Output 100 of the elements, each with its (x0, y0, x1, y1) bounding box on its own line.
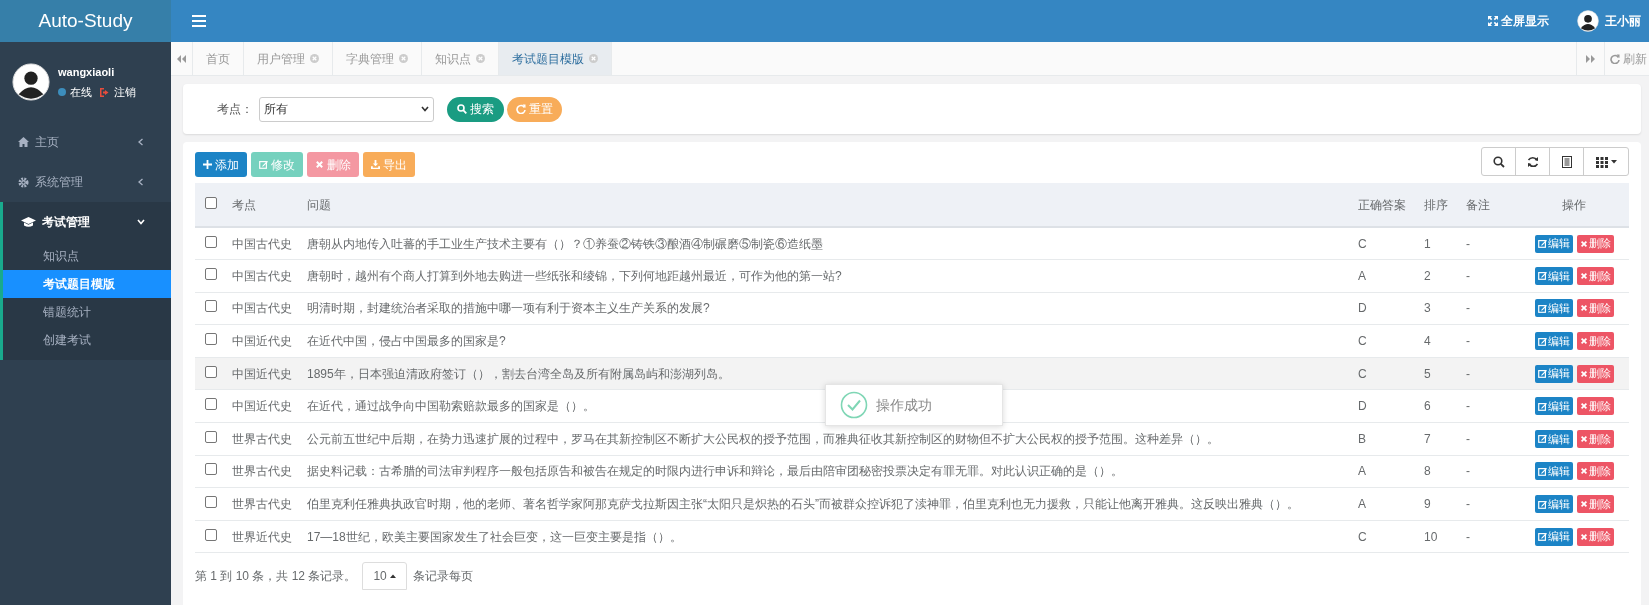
topic-select[interactable]: 所有 (259, 96, 434, 122)
table-cell: 唐朝从内地传入吐蕃的手工业生产技术主要有（）？①养蚕②铸铁③酿酒④制碾磨⑤制瓷⑥造纸墨 (307, 236, 823, 251)
checkbox[interactable] (205, 196, 217, 209)
search-button[interactable]: 搜索 (447, 96, 504, 122)
sidebar-subitem[interactable]: 创建考试 (3, 326, 171, 354)
table-cell: 中国古代史 (232, 268, 292, 283)
table-cell: 在近代，通过战争向中国勒索赔款最多的国家是（）。 (307, 399, 595, 414)
table-row[interactable]: 世界近代史 17—18世纪，欧美主要国家发生了社会巨变，这一巨变主要是指（）。 C 10 - 编辑 删除 (195, 520, 1629, 553)
column-header[interactable]: 排序 (1424, 197, 1448, 212)
delete-button[interactable]: 删除 (1576, 234, 1614, 253)
tab[interactable]: 首页 (193, 42, 244, 75)
app-title: Auto-Study (0, 0, 171, 42)
column-header[interactable]: 正确答案 (1358, 197, 1406, 212)
menu-button[interactable] (192, 15, 206, 27)
table-cell: - (1466, 529, 1470, 544)
checkbox[interactable] (205, 430, 217, 443)
delete-button[interactable]: 删除 (1576, 429, 1614, 448)
delete-button[interactable]: 删除 (1576, 332, 1614, 351)
column-header[interactable]: 备注 (1466, 197, 1490, 212)
sidebar-item[interactable]: 系统管理 (0, 162, 171, 202)
edit-button[interactable]: 编辑 (1534, 299, 1573, 318)
checkbox[interactable] (205, 235, 217, 248)
refresh-icon (1526, 155, 1539, 168)
table-row[interactable]: 中国古代史 唐朝从内地传入吐蕃的手工业生产技术主要有（）？①养蚕②铸铁③酿酒④制碾磨⑤制瓷⑥造纸墨 C 1 - 编辑 删除 (195, 227, 1629, 260)
delete-button[interactable]: 删除 (1576, 364, 1614, 383)
table-row[interactable]: 中国近代史 在近代中国，侵占中国最多的国家是? C 4 - 编辑 删除 (195, 324, 1629, 358)
table-cell: 世界古代史 (232, 497, 292, 512)
checkbox[interactable] (205, 496, 217, 509)
table-cell: 7 (1424, 431, 1431, 446)
search-icon (1492, 155, 1505, 168)
checkbox[interactable] (205, 528, 217, 541)
edit-button[interactable]: 编辑 (1534, 527, 1573, 546)
sidebar-subitem[interactable]: 错题统计 (3, 298, 171, 326)
edit-button[interactable]: 编辑 (1534, 234, 1573, 253)
table-row[interactable]: 中国古代史 明清时期，封建统治者采取的措施中哪一项有利于资本主义生产关系的发展? D 3 - 编辑 删除 (195, 292, 1629, 325)
page-size-button[interactable]: 10 (362, 562, 407, 591)
table-cell: C (1358, 529, 1367, 544)
delete-button[interactable]: 删除 (1576, 462, 1614, 481)
checkbox[interactable] (205, 365, 217, 378)
avatar-icon (1577, 10, 1599, 32)
column-header[interactable]: 考点 (232, 197, 256, 212)
cross-icon (1579, 337, 1588, 346)
table-cell: 明清时期，封建统治者采取的措施中哪一项有利于资本主义生产关系的发展? (307, 301, 710, 316)
table-row[interactable]: 世界古代史 据史料记载：古希腊的司法审判程序一般包括原告和被告在规定的时限内进行申诉和辩论，最后由陪审团秘密投票决定有罪无罪。对此认识正确的是（）。 A 8 - 编辑 删除 (195, 455, 1629, 488)
chevron-down-icon (137, 218, 145, 226)
refresh-button[interactable]: 刷新 (1604, 42, 1649, 75)
cross-icon (1579, 304, 1588, 313)
table-cell: 2 (1424, 268, 1431, 283)
table-cell: 10 (1424, 529, 1438, 544)
checkbox[interactable] (205, 300, 217, 313)
tab[interactable]: 字典管理 (333, 42, 422, 75)
checkbox[interactable] (205, 333, 217, 346)
sidebar-subitem[interactable]: 知识点 (3, 242, 171, 270)
table-cell: 唐朝时，越州有个商人打算到外地去购进一些纸张和绫锦，下列何地距越州最近，可作为他的第一站? (307, 268, 842, 283)
table-cell: 中国近代史 (232, 366, 292, 381)
cross-icon (315, 160, 324, 169)
edit-button[interactable]: 编辑 (1534, 332, 1573, 351)
delete-button[interactable]: 删除 (1576, 397, 1614, 416)
edit-icon (1537, 304, 1547, 313)
delete-button[interactable]: 删除 (1576, 527, 1614, 546)
table-cell: 中国古代史 (232, 236, 292, 251)
delete-button[interactable]: 删除 (1576, 495, 1614, 514)
page-size-label: 条记录每页 (412, 568, 473, 586)
cross-icon (1579, 402, 1588, 411)
edit-button[interactable]: 编辑 (1534, 429, 1573, 448)
fullscreen-button[interactable]: 全屏显示 (1488, 12, 1549, 30)
edit-button[interactable]: 编辑 (1534, 364, 1573, 383)
edit-button[interactable]: 编辑 (1534, 495, 1573, 514)
table-cell: - (1466, 334, 1470, 349)
checkbox[interactable] (205, 267, 217, 280)
table-row[interactable]: 世界古代史 伯里克利任雅典执政官时期，他的老师、著名哲学家阿那克萨戈拉斯因主张“太阳只是炽热的石头”而被群众控诉犯了渎神罪，伯里克利也无力援救，只能让他离开雅典。这反映出雅典（）。 A 9 - 编辑 删除 (195, 487, 1629, 521)
edit-button[interactable]: 编辑 (1534, 397, 1573, 416)
edit-button[interactable]: 编辑 (1534, 266, 1573, 285)
add-button[interactable]: 添加 (195, 152, 247, 177)
sidebar-item[interactable]: 主页 (0, 122, 171, 162)
table-cell: 4 (1424, 334, 1431, 349)
avatar-icon (12, 63, 50, 101)
sidebar-subitem[interactable]: 考试题目模版 (3, 270, 171, 298)
edit-button[interactable]: 编辑 (1534, 462, 1573, 481)
tab[interactable]: 用户管理 (244, 42, 333, 75)
column-header[interactable]: 问题 (307, 197, 331, 212)
filter-label: 考点： (217, 101, 253, 118)
delete-button[interactable]: 删除 (1576, 266, 1614, 285)
checkbox[interactable] (205, 398, 217, 411)
username: wangxiaoli (58, 64, 116, 80)
table-row[interactable]: 中国古代史 唐朝时，越州有个商人打算到外地去购进一些纸张和绫锦，下列何地距越州最近，可作为他的第一站? A 2 - 编辑 删除 (195, 259, 1629, 293)
tab[interactable]: 考试题目模版 (499, 42, 612, 75)
table-cell: 世界近代史 (232, 529, 292, 544)
delete-button[interactable]: 删除 (1576, 299, 1614, 318)
column-header[interactable]: 操作 (1562, 197, 1586, 212)
table-cell: 世界古代史 (232, 431, 292, 446)
checkbox[interactable] (205, 463, 217, 476)
cross-icon (1579, 369, 1588, 378)
sidebar-item[interactable]: 考试管理 (3, 202, 171, 242)
table-cell: B (1358, 431, 1366, 446)
table-cell: - (1466, 236, 1470, 251)
user-name[interactable]: 王小丽 (1605, 12, 1641, 30)
logout-link[interactable]: 注销 (114, 84, 136, 101)
expand-icon (1488, 16, 1498, 26)
table-cell: 据史料记载：古希腊的司法审判程序一般包括原告和被告在规定的时限内进行申诉和辩论，最后由陪审团秘密投票决定有罪无罪。对此认识正确的是（）。 (307, 464, 1123, 479)
